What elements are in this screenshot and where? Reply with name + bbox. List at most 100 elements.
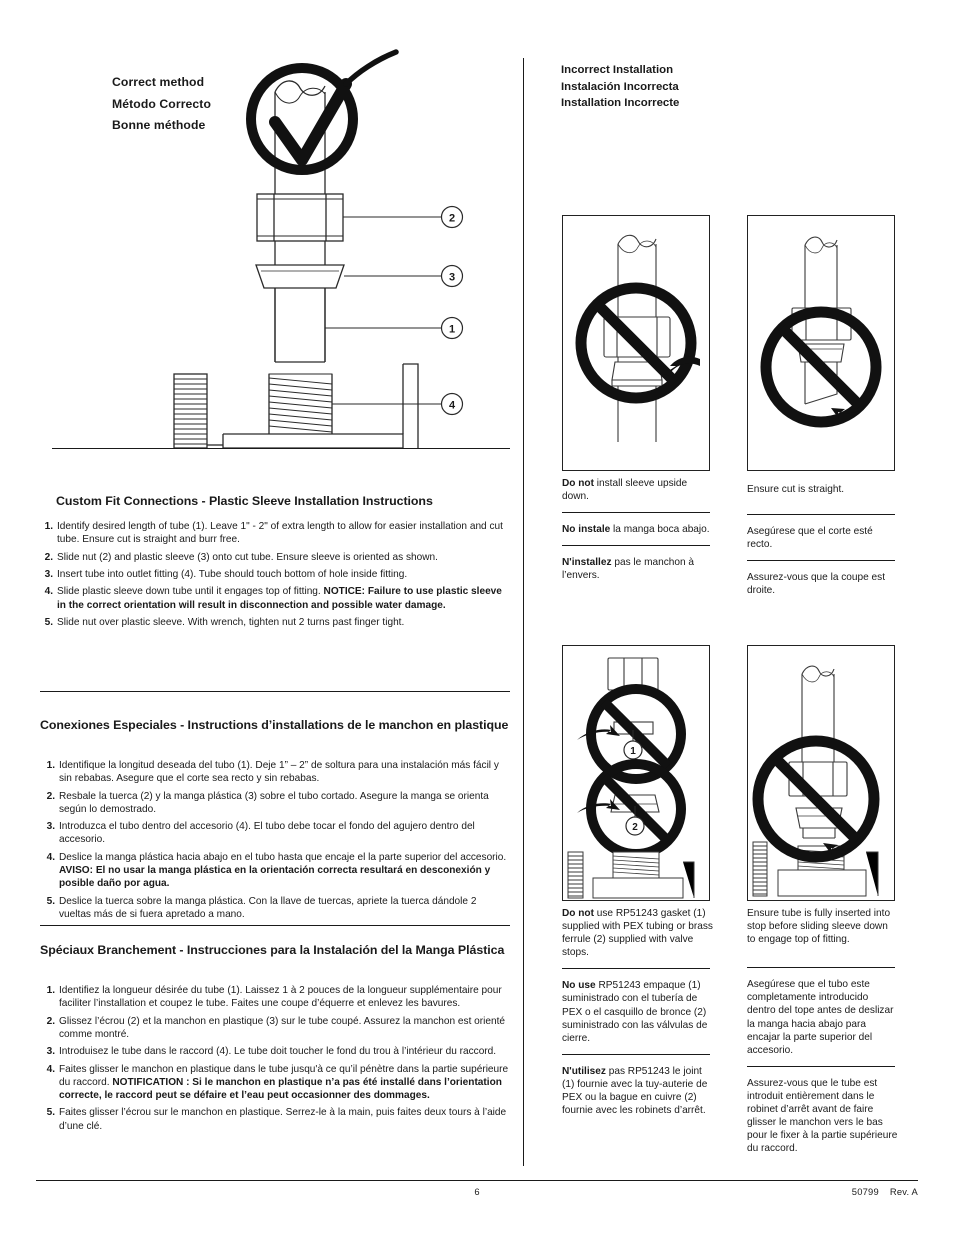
caption-tube-not-fully-inserted: Ensure tube is fully inserted into stop … bbox=[747, 907, 899, 1155]
step-number: 3. bbox=[44, 568, 53, 580]
incorrect-line-en: Incorrect Installation bbox=[561, 64, 674, 76]
step-number: 3. bbox=[46, 821, 55, 833]
step-number: 2. bbox=[46, 790, 55, 802]
list-item: 3. Introduzca el tubo dentro del accesor… bbox=[42, 820, 510, 846]
step-number: 1. bbox=[46, 760, 55, 771]
step-number: 4. bbox=[46, 851, 55, 863]
caption-angled-cut: Ensure cut is straight. Asegúrese que el… bbox=[747, 483, 899, 597]
list-item: 2. Resbale la tuerca (2) y la manga plás… bbox=[42, 790, 510, 816]
callout-4: 4 bbox=[449, 400, 456, 412]
steps-list-es: 1. Identifique la longitud deseada del t… bbox=[42, 759, 510, 925]
step-text: Deslice la manga plástica hacia abajo en… bbox=[59, 851, 507, 863]
checkmark-in-circle-icon bbox=[246, 49, 399, 175]
column-divider bbox=[523, 58, 524, 1166]
section-rule-es bbox=[40, 691, 510, 692]
list-item: 5. Slide nut over plastic sleeve. With w… bbox=[40, 616, 510, 629]
caption-en: Do not use RP51243 gasket (1) supplied w… bbox=[562, 908, 713, 959]
list-item: 2. Glissez l’écrou (2) et la manchon en … bbox=[42, 1015, 510, 1041]
prohibition-circle-icon bbox=[752, 735, 880, 863]
caption-fr: Assurez-vous que le tube est introduit e… bbox=[747, 1077, 898, 1155]
caption-sleeve-upside-down: Do not install sleeve upside down. No in… bbox=[562, 477, 714, 582]
page-number: 6 bbox=[474, 1186, 480, 1197]
caption-rule bbox=[747, 560, 895, 562]
step-text: Deslice la tuerca sobre la manga plástic… bbox=[59, 895, 477, 920]
list-item: 3. Introduisez le tube dans le raccord (… bbox=[42, 1045, 510, 1058]
steps-list-fr: 1. Identifiez la longueur désirée du tub… bbox=[42, 984, 510, 1137]
figure-no-gasket-or-ferrule: 1 2 bbox=[562, 645, 710, 901]
step-number: 4. bbox=[44, 586, 53, 598]
list-item: 2. Slide nut (2) and plastic sleeve (3) … bbox=[40, 551, 510, 564]
step-text: Glissez l’écrou (2) et la manchon en pla… bbox=[59, 1015, 506, 1040]
step-number: 1. bbox=[44, 521, 53, 532]
section-title-es: Conexiones Especiales - Instructions d’i… bbox=[40, 718, 509, 732]
caption-es: Asegúrese que el tubo este completamente… bbox=[747, 979, 894, 1056]
list-item: 4. Deslice la manga plástica hacia abajo… bbox=[42, 851, 510, 891]
list-item: 1. Identifiez la longueur désirée du tub… bbox=[42, 984, 510, 1010]
step-number: 1. bbox=[46, 985, 55, 996]
caption-rule bbox=[747, 514, 895, 516]
caption-fr: N'utilisez pas RP51243 le joint (1) four… bbox=[562, 1065, 708, 1117]
doc-revision: Rev. A bbox=[889, 1186, 918, 1197]
caption-fr: Assurez-vous que la coupe est droite. bbox=[747, 572, 886, 597]
correct-method-assembly-diagram: 2 3 1 4 bbox=[150, 49, 512, 449]
callout-1: 1 bbox=[449, 324, 455, 336]
caption-fr: N'installez pas le manchon à l’envers. bbox=[562, 557, 695, 582]
callout-2: 2 bbox=[632, 822, 638, 833]
callout-1: 1 bbox=[630, 746, 636, 757]
step-text: Identifique la longitud deseada del tubo… bbox=[59, 760, 499, 785]
step-notice: NOTIFICATION : Si le manchon en plastiqu… bbox=[59, 1076, 502, 1101]
caption-rule bbox=[562, 512, 710, 514]
incorrect-line-fr: Installation Incorrecte bbox=[561, 97, 680, 110]
step-text: Identifiez la longueur désirée du tube (… bbox=[59, 985, 502, 1010]
step-number: 5. bbox=[46, 1107, 55, 1119]
list-item: 5. Faites glisser l’écrou sur le manchon… bbox=[42, 1106, 510, 1132]
step-text: Introduisez le tube dans le raccord (4).… bbox=[59, 1046, 497, 1058]
caption-rule bbox=[562, 545, 710, 547]
list-item: 4. Slide plastic sleeve down tube until … bbox=[40, 585, 510, 611]
step-notice: AVISO: El no usar la manga plástica en l… bbox=[59, 864, 491, 890]
list-item: 3. Insert tube into outlet fitting (4). … bbox=[40, 568, 510, 581]
steps-list-en: 1. Identify desired length of tube (1). … bbox=[40, 520, 510, 633]
document-code: 50799 Rev. A bbox=[852, 1186, 918, 1197]
figure-sleeve-upside-down bbox=[562, 215, 710, 471]
step-text: Resbale la tuerca (2) y la manga plástic… bbox=[59, 790, 489, 815]
document-page: Correct method Método Correcto Bonne mét… bbox=[0, 0, 954, 1235]
caption-rule bbox=[747, 1065, 895, 1067]
doc-number: 50799 bbox=[851, 1186, 879, 1197]
step-text: Slide nut (2) and plastic sleeve (3) ont… bbox=[57, 551, 438, 563]
list-item: 4. Faites glisser le manchon en plastiqu… bbox=[42, 1063, 510, 1103]
callout-2: 2 bbox=[449, 213, 455, 225]
step-text: Faites glisser l’écrou sur le manchon en… bbox=[59, 1107, 507, 1132]
caption-rule bbox=[562, 1053, 710, 1055]
step-number: 5. bbox=[44, 616, 53, 628]
callout-3: 3 bbox=[449, 272, 455, 284]
caption-es: No instale la manga boca abajo. bbox=[562, 524, 710, 536]
callout-bubbles: 2 3 1 4 bbox=[440, 205, 464, 416]
caption-es: No use RP51243 empaque (1) suministrado … bbox=[562, 980, 708, 1044]
list-item: 5. Deslice la tuerca sobre la manga plás… bbox=[42, 895, 510, 921]
caption-en: Do not install sleeve upside down. bbox=[562, 478, 688, 503]
step-text: Insert tube into outlet fitting (4). Tub… bbox=[57, 568, 408, 580]
figure-angled-cut bbox=[747, 215, 895, 471]
incorrect-installation-heading: Incorrect Installation Instalación Incor… bbox=[561, 62, 679, 112]
footer-rule bbox=[36, 1180, 918, 1181]
section-title-en: Custom Fit Connections - Plastic Sleeve … bbox=[56, 494, 433, 508]
caption-no-gasket-or-ferrule: Do not use RP51243 gasket (1) supplied w… bbox=[562, 907, 714, 1117]
step-text: Slide plastic sleeve down tube until it … bbox=[57, 586, 324, 598]
step-number: 3. bbox=[46, 1046, 55, 1058]
figure-tube-not-fully-inserted bbox=[747, 645, 895, 901]
list-item: 1. Identifique la longitud deseada del t… bbox=[42, 759, 510, 785]
step-number: 2. bbox=[44, 551, 53, 563]
step-number: 4. bbox=[46, 1063, 55, 1075]
step-number: 2. bbox=[46, 1015, 55, 1027]
section-title-fr: Spéciaux Branchement - Instrucciones par… bbox=[40, 943, 505, 957]
caption-rule bbox=[747, 967, 895, 969]
illustration-bottom-rule bbox=[52, 448, 510, 449]
list-item: 1. Identify desired length of tube (1). … bbox=[40, 520, 510, 546]
step-text: Identify desired length of tube (1). Lea… bbox=[57, 521, 503, 546]
caption-en: Ensure tube is fully inserted into stop … bbox=[747, 908, 891, 946]
step-number: 5. bbox=[46, 895, 55, 907]
section-rule-fr bbox=[40, 925, 510, 926]
step-text: Introduzca el tubo dentro del accesorio … bbox=[59, 821, 475, 846]
incorrect-line-es: Instalación Incorrecta bbox=[561, 80, 679, 93]
